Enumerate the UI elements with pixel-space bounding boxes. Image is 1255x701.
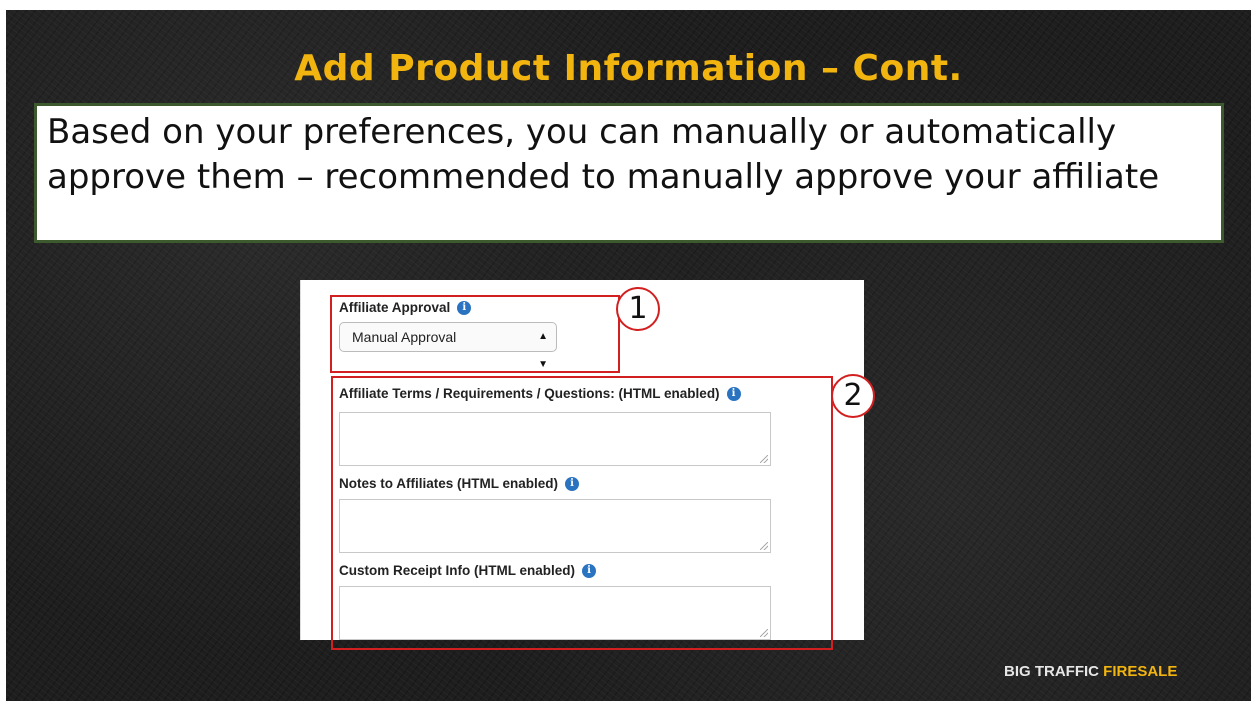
slide: Add Product Information – Cont. Based on…: [6, 10, 1251, 701]
slide-title: Add Product Information – Cont.: [294, 48, 963, 89]
annotation-marker-1: 1: [616, 287, 660, 331]
annotation-marker-2: 2: [831, 374, 875, 418]
brand-part-2: FIRESALE: [1103, 663, 1178, 680]
highlight-box-2: [331, 376, 833, 650]
brand-part-1: BIG TRAFFIC: [1004, 663, 1104, 680]
highlight-box-1: [330, 295, 620, 373]
callout-box: Based on your preferences, you can manua…: [34, 103, 1224, 243]
brand-logo: BIG TRAFFIC FIRESALE: [1004, 663, 1177, 680]
callout-text: Based on your preferences, you can manua…: [47, 112, 1160, 197]
form-screenshot: Affiliate Approval i Manual Approval ▲ ▼ A…: [300, 280, 864, 650]
